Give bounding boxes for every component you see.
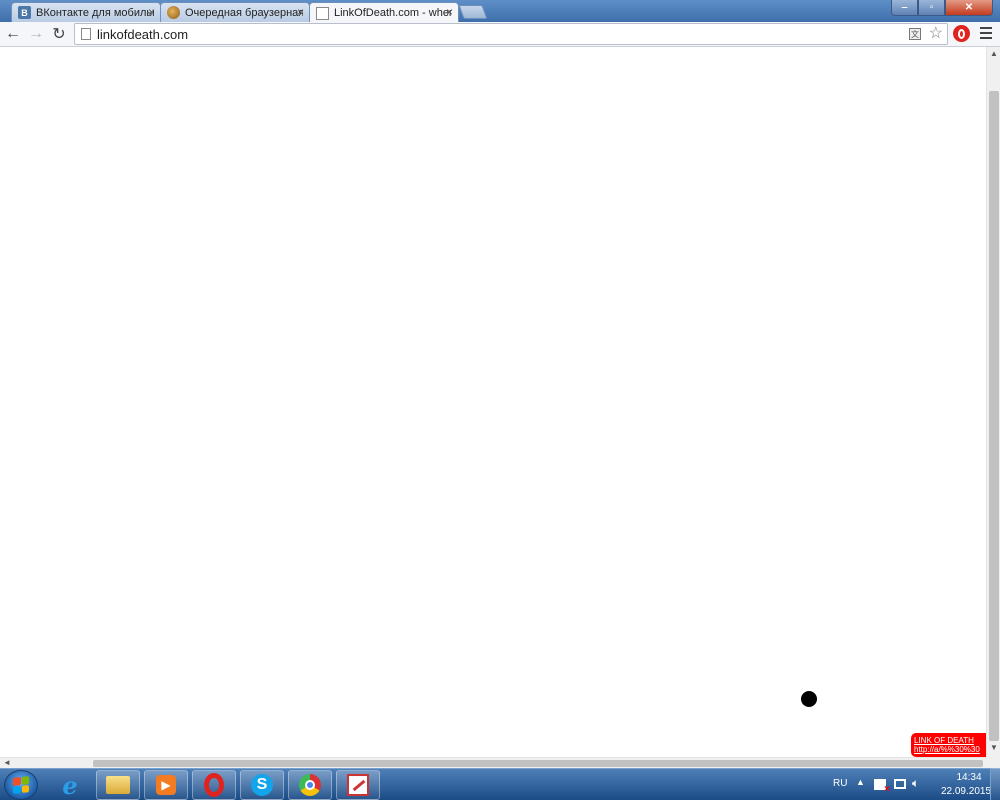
vk-favicon-icon: B xyxy=(18,6,31,19)
show-hidden-icons-icon[interactable]: ▲ xyxy=(856,777,865,787)
paint-icon xyxy=(347,774,369,796)
address-bar-url[interactable]: linkofdeath.com xyxy=(97,27,188,42)
horizontal-scrollbar[interactable]: ◄ xyxy=(0,757,986,768)
clock-date[interactable]: 22.09.2015 xyxy=(936,786,996,797)
globe-favicon-icon xyxy=(167,6,180,19)
skype-icon: S xyxy=(251,774,273,796)
minimize-button[interactable]: ‒ xyxy=(891,0,918,16)
taskbar-opera[interactable] xyxy=(192,770,236,800)
opera-icon xyxy=(204,773,224,797)
title-bar: B ВКонтакте для мобильн × Очередная брау… xyxy=(0,0,1000,23)
reload-button[interactable]: ↻ xyxy=(49,25,69,43)
badge-title[interactable]: LINK OF DEATH xyxy=(914,736,987,745)
close-window-button[interactable]: ✕ xyxy=(945,0,993,16)
taskbar-windows-explorer[interactable] xyxy=(96,770,140,800)
page-favicon-icon xyxy=(316,6,329,20)
back-arrow-icon: ← xyxy=(5,25,21,42)
clock-time[interactable]: 14:34 xyxy=(944,772,994,783)
taskbar: e ▶ S RU ▲ 🔈︎ 14:34 22.09.2015 xyxy=(0,768,1000,800)
internet-explorer-icon: e xyxy=(62,770,78,800)
taskbar-internet-explorer[interactable]: e xyxy=(48,770,92,800)
badge-link[interactable]: http://a/%%30%30 xyxy=(914,745,987,754)
address-bar[interactable]: linkofdeath.com 文 ☆ xyxy=(74,23,948,45)
black-dot[interactable] xyxy=(801,691,817,707)
forward-button[interactable]: → xyxy=(26,25,46,43)
taskbar-paint[interactable] xyxy=(336,770,380,800)
taskbar-skype[interactable]: S xyxy=(240,770,284,800)
tab-browser-article[interactable]: Очередная браузерная у × xyxy=(160,2,310,22)
vertical-scrollbar[interactable]: ▲ ▼ xyxy=(986,47,1000,757)
windows-logo-icon xyxy=(13,776,29,794)
folder-icon xyxy=(106,776,130,794)
tab-close-icon[interactable]: × xyxy=(148,6,155,18)
tab-title: ВКонтакте для мобильн xyxy=(36,6,154,19)
network-icon[interactable] xyxy=(894,779,906,789)
chrome-icon xyxy=(299,774,321,796)
volume-icon[interactable]: 🔈︎ xyxy=(912,776,919,791)
tab-vkontakte[interactable]: B ВКонтакте для мобильн × xyxy=(11,2,161,22)
back-button[interactable]: ← xyxy=(3,25,23,43)
media-player-icon: ▶ xyxy=(156,775,176,795)
tab-title: Очередная браузерная у xyxy=(185,6,303,19)
menu-icon[interactable] xyxy=(980,27,992,39)
opera-extension-icon[interactable] xyxy=(953,25,970,42)
taskbar-media-player[interactable]: ▶ xyxy=(144,770,188,800)
start-button[interactable] xyxy=(4,770,38,800)
bookmark-star-icon[interactable]: ☆ xyxy=(929,25,943,43)
language-indicator[interactable]: RU xyxy=(833,778,847,789)
scroll-up-arrow-icon[interactable]: ▲ xyxy=(990,49,998,58)
tab-linkofdeath[interactable]: LinkOfDeath.com - when × xyxy=(309,2,459,23)
system-tray: RU ▲ 🔈︎ 14:34 22.09.2015 xyxy=(826,769,1000,800)
page-viewport: LINK OF DEATH http://a/%%30%30 xyxy=(0,47,987,757)
page-icon xyxy=(81,28,91,40)
new-tab-button[interactable] xyxy=(458,5,488,19)
tab-title: LinkOfDeath.com - when xyxy=(334,7,452,19)
scrollbar-corner xyxy=(986,757,1000,768)
maximize-button[interactable]: ▫ xyxy=(918,0,945,16)
tab-close-icon[interactable]: × xyxy=(297,6,304,18)
scroll-down-arrow-icon[interactable]: ▼ xyxy=(990,743,998,752)
translate-icon[interactable]: 文 xyxy=(909,28,921,40)
forward-arrow-icon: → xyxy=(28,25,44,42)
browser-toolbar: ← → ↻ linkofdeath.com 文 ☆ xyxy=(0,22,1000,47)
scroll-left-arrow-icon[interactable]: ◄ xyxy=(3,758,11,767)
action-center-flag-icon[interactable] xyxy=(874,779,890,795)
vertical-scroll-thumb[interactable] xyxy=(989,91,999,741)
show-desktop-button[interactable] xyxy=(990,768,1000,800)
horizontal-scroll-thumb[interactable] xyxy=(93,760,983,767)
taskbar-chrome[interactable] xyxy=(288,770,332,800)
tab-close-icon[interactable]: × xyxy=(446,6,453,18)
reload-icon: ↻ xyxy=(52,26,66,43)
link-of-death-badge[interactable]: LINK OF DEATH http://a/%%30%30 xyxy=(911,733,987,757)
